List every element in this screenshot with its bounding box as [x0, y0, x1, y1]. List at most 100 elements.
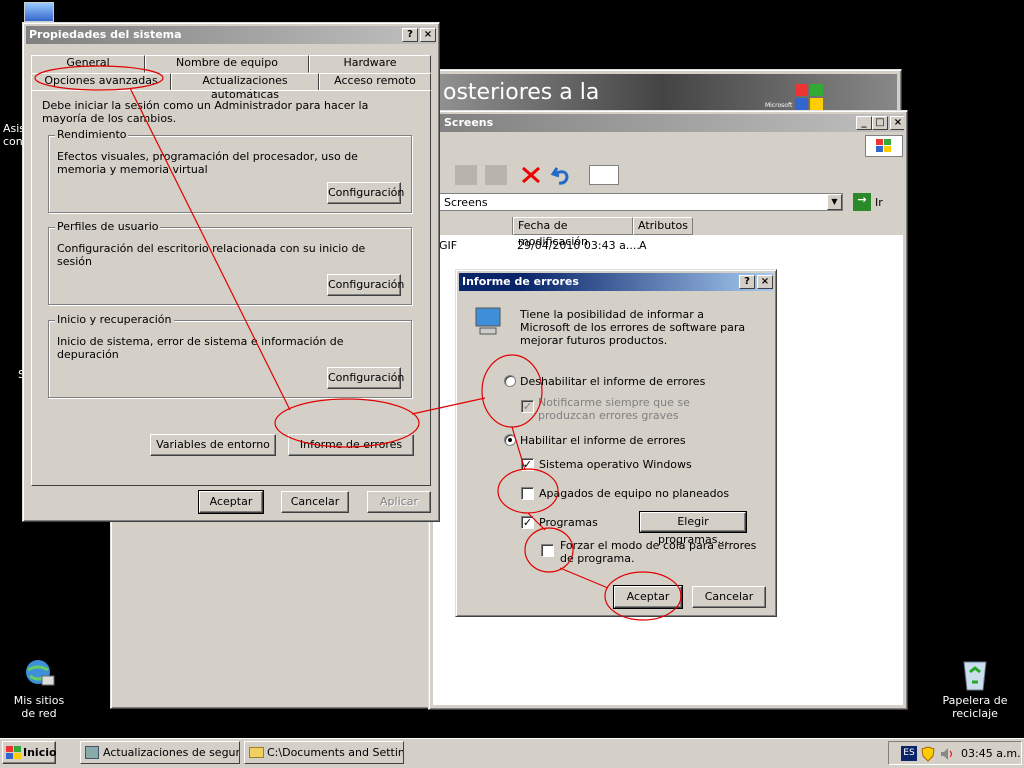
ok-button[interactable]: Aceptar — [613, 585, 683, 609]
recycle-bin-icon[interactable] — [958, 656, 992, 692]
performance-title: Rendimiento — [55, 128, 129, 141]
banner-text: osteriores a la — [443, 80, 600, 105]
apply-button[interactable]: Aplicar — [367, 491, 431, 513]
error-dialog-title: Informe de errores — [462, 275, 579, 288]
undo-icon[interactable] — [549, 164, 573, 186]
network-places-label[interactable]: Mis sitios de red — [6, 694, 72, 720]
enable-reporting-label[interactable]: Habilitar el informe de errores — [520, 434, 686, 447]
user-profiles-settings-button[interactable]: Configuración — [327, 274, 404, 296]
address-dropdown[interactable]: ▼ — [827, 194, 842, 210]
user-profiles-text: Configuración del escritorio relacionada… — [57, 242, 366, 268]
computer-icon — [475, 307, 501, 335]
volume-icon[interactable] — [939, 746, 955, 762]
windows-os-label[interactable]: Sistema operativo Windows — [539, 458, 692, 471]
cancel-button[interactable]: Cancelar — [692, 586, 766, 608]
folder-icon — [249, 747, 264, 758]
minimize-button[interactable]: _ — [856, 116, 872, 130]
go-arrow-icon[interactable]: → — [853, 193, 871, 211]
enable-reporting-radio[interactable] — [504, 434, 516, 446]
views-icon[interactable] — [589, 165, 619, 185]
enable-radio-dot — [508, 438, 512, 442]
column-header-name[interactable] — [433, 217, 513, 235]
tab-general[interactable]: General — [31, 55, 145, 73]
go-label[interactable]: Ir — [875, 196, 883, 209]
performance-settings-button[interactable]: Configuración — [327, 182, 404, 204]
choose-programs-button[interactable]: Elegir programas... — [639, 511, 747, 546]
computer-icon[interactable] — [24, 2, 54, 22]
explorer-title: Screens — [444, 116, 494, 129]
desktop-fragment-2: con — [3, 135, 23, 148]
windows-flag-icon — [876, 139, 891, 152]
performance-group: Rendimiento Efectos visuales, programaci… — [48, 128, 412, 213]
disable-reporting-label[interactable]: Deshabilitar el informe de errores — [520, 375, 705, 388]
user-profiles-group: Perfiles de usuario Configuración del es… — [48, 220, 412, 305]
programs-label[interactable]: Programas — [539, 516, 598, 529]
taskbar-item-updates[interactable]: Actualizaciones de seguri... — [80, 741, 240, 764]
start-label: Inicio — [23, 746, 57, 759]
explorer-toolbar-logo — [865, 135, 903, 157]
startup-recovery-text: Inicio de sistema, error de sistema e in… — [57, 335, 344, 361]
help-button[interactable]: ? — [739, 275, 755, 289]
error-reporting-dialog[interactable]: Informe de errores ? × Tiene la posibili… — [455, 269, 777, 617]
startup-recovery-settings-button[interactable]: Configuración — [327, 367, 404, 389]
startup-recovery-group: Inicio y recuperación Inicio de sistema,… — [48, 313, 412, 398]
globe-icon — [26, 660, 55, 686]
cancel-button[interactable]: Cancelar — [281, 491, 349, 513]
language-indicator[interactable]: ES — [901, 746, 917, 761]
help-button[interactable]: ? — [402, 28, 418, 42]
windows-os-checkbox[interactable]: ✓ — [521, 458, 534, 471]
windows-logo-icon — [6, 746, 21, 759]
tab-advanced[interactable]: Opciones avanzadas — [31, 73, 171, 91]
network-places-icon[interactable] — [22, 656, 56, 690]
notify-label: Notificarme siempre que se produzcan err… — [538, 396, 690, 422]
taskbar-item-updates-label: Actualizaciones de seguri... — [103, 746, 240, 759]
column-header-attr[interactable]: Atributos — [633, 217, 693, 235]
shutdown-checkbox[interactable] — [521, 487, 534, 500]
window-icon — [85, 746, 99, 759]
error-reporting-button[interactable]: Informe de errores — [288, 434, 414, 456]
environment-variables-button[interactable]: Variables de entorno — [150, 434, 276, 456]
tab-panel: Debe iniciar la sesión como un Administr… — [31, 90, 431, 486]
tab-remote[interactable]: Acceso remoto — [319, 73, 431, 91]
delete-icon[interactable] — [519, 164, 543, 186]
maximize-button[interactable]: □ — [872, 116, 888, 130]
queue-mode-checkbox[interactable] — [541, 544, 554, 557]
tab-automatic-updates[interactable]: Actualizaciones automáticas — [171, 73, 319, 101]
tab-hardware[interactable]: Hardware — [309, 55, 431, 73]
clock[interactable]: 03:45 a.m. — [961, 747, 1021, 760]
start-button[interactable]: Inicio — [2, 741, 57, 764]
programs-checkbox[interactable]: ✓ — [521, 516, 534, 529]
shutdown-label[interactable]: Apagados de equipo no planeados — [539, 487, 729, 500]
disable-reporting-radio[interactable] — [504, 375, 516, 387]
user-profiles-title: Perfiles de usuario — [55, 220, 161, 233]
copy-to-icon[interactable] — [485, 165, 507, 185]
close-button[interactable]: × — [420, 28, 436, 42]
system-properties-dialog[interactable]: Propiedades del sistema ? × General Nomb… — [22, 22, 440, 522]
file-date-cell: 29/04/2010 03:43 a.... — [517, 239, 640, 252]
close-button[interactable]: × — [757, 275, 773, 289]
explorer-toolbar — [433, 161, 903, 191]
explorer-titlebar: Screens _ □ × — [432, 114, 904, 132]
sysprops-titlebar: Propiedades del sistema ? × — [26, 26, 436, 44]
intro-text: Debe iniciar la sesión como un Administr… — [42, 99, 369, 125]
taskbar-item-explorer[interactable]: C:\Documents and Settin... — [244, 741, 404, 764]
column-header-date[interactable]: Fecha de modificación — [513, 217, 633, 248]
close-button[interactable]: × — [890, 116, 904, 130]
security-shield-icon[interactable] — [921, 746, 935, 762]
file-attr-cell: A — [639, 239, 647, 252]
address-value: Screens — [444, 196, 488, 209]
address-bar[interactable]: Screens ▼ — [433, 193, 843, 211]
windows-logo-icon — [795, 84, 823, 110]
error-dialog-titlebar: Informe de errores ? × — [459, 273, 773, 291]
ok-button[interactable]: Aceptar — [198, 490, 264, 514]
error-intro-text: Tiene la posibilidad de informar a Micro… — [520, 308, 746, 347]
file-name-cell[interactable]: GIF — [439, 239, 457, 252]
recycle-bin-label[interactable]: Papelera de reciclaje — [940, 694, 1010, 720]
move-to-icon[interactable] — [455, 165, 477, 185]
queue-mode-label[interactable]: Forzar el modo de cola para errores de p… — [560, 539, 760, 565]
performance-text: Efectos visuales, programación del proce… — [57, 150, 358, 176]
notify-checkbox[interactable]: ✓ — [521, 400, 534, 413]
system-tray: ES 03:45 a.m. — [888, 741, 1022, 765]
sysprops-title: Propiedades del sistema — [29, 28, 182, 41]
tab-computer-name[interactable]: Nombre de equipo — [145, 55, 309, 73]
